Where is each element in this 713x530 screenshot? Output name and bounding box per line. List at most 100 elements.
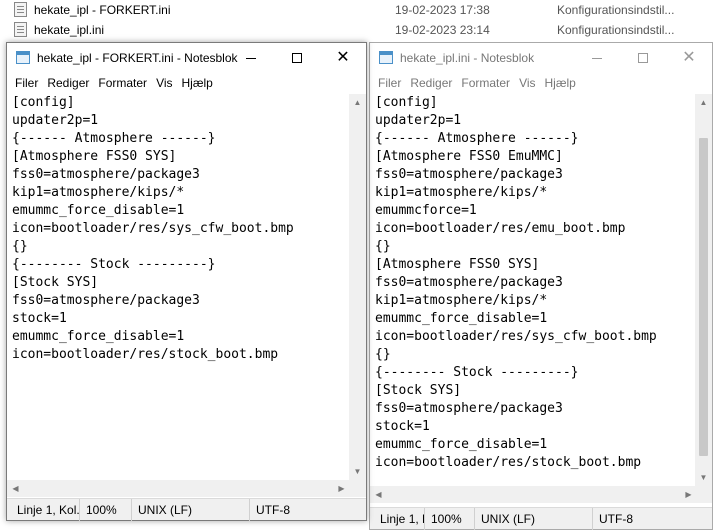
text-line[interactable]: emummcforce=1	[375, 202, 697, 220]
text-line[interactable]: emummc_force_disable=1	[375, 436, 697, 454]
text-line[interactable]: [config]	[12, 94, 350, 112]
text-line[interactable]: [Stock SYS]	[12, 274, 350, 292]
text-line[interactable]: emummc_force_disable=1	[12, 202, 350, 220]
close-button[interactable]: ✕	[666, 43, 712, 73]
text-line[interactable]: updater2p=1	[375, 112, 697, 130]
text-line[interactable]: [config]	[375, 94, 697, 112]
text-line[interactable]: fss0=atmosphere/package3	[375, 274, 697, 292]
text-line[interactable]: kip1=atmosphere/kips/*	[375, 292, 697, 310]
window-title: hekate_ipl.ini - Notesblok	[400, 51, 535, 65]
vertical-scrollbar[interactable]: ▲ ▼	[349, 94, 366, 480]
notepad-window-forkert[interactable]: hekate_ipl - FORKERT.ini - Notesblok ✕ F…	[6, 42, 367, 521]
text-line[interactable]: {------ Atmosphere ------}	[12, 130, 350, 148]
title-bar[interactable]: hekate_ipl.ini - Notesblok ✕	[370, 43, 712, 73]
menu-help[interactable]: Hjælp	[541, 73, 581, 93]
file-row-forkert[interactable]: hekate_ipl - FORKERT.ini 19-02-2023 17:3…	[0, 0, 713, 20]
notepad-window-hekate[interactable]: hekate_ipl.ini - Notesblok ✕ Filer Redig…	[369, 42, 713, 530]
text-line[interactable]: emummc_force_disable=1	[12, 328, 350, 346]
text-line[interactable]: icon=bootloader/res/sys_cfw_boot.bmp	[375, 328, 697, 346]
status-bar: Linje 1, Kol. 1 100% UNIX (LF) UTF-8	[7, 498, 366, 521]
menu-format[interactable]: Formater	[94, 73, 152, 93]
zoom-level: 100%	[79, 499, 131, 521]
text-line[interactable]: [Atmosphere FSS0 SYS]	[12, 148, 350, 166]
text-line[interactable]: kip1=atmosphere/kips/*	[375, 184, 697, 202]
file-type: Konfigurationsindstil...	[557, 23, 675, 37]
text-line[interactable]: fss0=atmosphere/package3	[12, 166, 350, 184]
text-editor[interactable]: [config] updater2p=1 {------ Atmosphere --…	[370, 94, 697, 484]
text-line[interactable]: fss0=atmosphere/package3	[375, 166, 697, 184]
text-line[interactable]: icon=bootloader/res/sys_cfw_boot.bmp	[12, 220, 350, 238]
text-line[interactable]: {-------- Stock ---------}	[12, 256, 350, 274]
scroll-down-icon[interactable]: ▼	[349, 463, 366, 480]
text-line[interactable]: {-------- Stock ---------}	[375, 364, 697, 382]
text-line[interactable]: emummc_force_disable=1	[375, 310, 697, 328]
scrollbar-corner	[695, 486, 712, 503]
zoom-level: 100%	[424, 508, 474, 530]
menu-edit[interactable]: Rediger	[43, 73, 94, 93]
text-line[interactable]: [Atmosphere FSS0 EmuMMC]	[375, 148, 697, 166]
status-bar: Linje 1, Kol. 1 100% UNIX (LF) UTF-8	[370, 507, 712, 530]
scroll-left-icon[interactable]: ◀	[7, 480, 24, 497]
menu-view[interactable]: Vis	[515, 73, 540, 93]
cursor-position: Linje 1, Kol. 1	[17, 503, 79, 517]
menu-help[interactable]: Hjælp	[178, 73, 218, 93]
text-line[interactable]: stock=1	[12, 310, 350, 328]
text-line[interactable]: icon=bootloader/res/stock_boot.bmp	[12, 346, 350, 364]
text-editor[interactable]: [config] updater2p=1 {------ Atmosphere --…	[7, 94, 350, 478]
maximize-button[interactable]	[274, 43, 320, 73]
menu-view[interactable]: Vis	[152, 73, 177, 93]
file-name: hekate_ipl - FORKERT.ini	[34, 3, 171, 17]
window-title: hekate_ipl - FORKERT.ini - Notesblok	[37, 51, 238, 65]
notepad-icon	[16, 51, 30, 64]
line-ending: UNIX (LF)	[474, 508, 592, 530]
text-line[interactable]: fss0=atmosphere/package3	[12, 292, 350, 310]
text-line[interactable]: icon=bootloader/res/emu_boot.bmp	[375, 220, 697, 238]
menu-format[interactable]: Formater	[457, 73, 515, 93]
text-line[interactable]: {------ Atmosphere ------}	[375, 130, 697, 148]
minimize-button[interactable]	[228, 43, 274, 73]
menu-file[interactable]: Filer	[374, 73, 406, 93]
horizontal-scrollbar[interactable]: ◀ ▶	[370, 486, 697, 503]
scrollbar-corner	[349, 480, 366, 497]
menu-file[interactable]: Filer	[11, 73, 43, 93]
menu-bar: Filer Rediger Formater Vis Hjælp	[370, 73, 712, 93]
scroll-right-icon[interactable]: ▶	[333, 480, 350, 497]
vertical-scrollbar[interactable]: ▲ ▼	[695, 94, 712, 486]
text-line[interactable]: {}	[375, 238, 697, 256]
text-line[interactable]: updater2p=1	[12, 112, 350, 130]
scroll-down-icon[interactable]: ▼	[695, 469, 712, 486]
minimize-icon	[246, 57, 256, 59]
text-line[interactable]: [Stock SYS]	[375, 382, 697, 400]
menu-edit[interactable]: Rediger	[406, 73, 457, 93]
file-row-hekate[interactable]: hekate_ipl.ini 19-02-2023 23:14 Konfigur…	[0, 20, 713, 40]
text-line[interactable]: {}	[375, 346, 697, 364]
file-date: 19-02-2023 17:38	[395, 3, 490, 17]
encoding: UTF-8	[249, 499, 366, 521]
file-date: 19-02-2023 23:14	[395, 23, 490, 37]
maximize-icon	[292, 53, 302, 63]
file-name: hekate_ipl.ini	[34, 23, 105, 37]
text-line[interactable]: [Atmosphere FSS0 SYS]	[375, 256, 697, 274]
file-type: Konfigurationsindstil...	[557, 3, 675, 17]
text-line[interactable]: icon=bootloader/res/stock_boot.bmp	[375, 454, 697, 472]
text-line[interactable]: {}	[12, 238, 350, 256]
notepad-icon	[379, 51, 393, 64]
cursor-position: Linje 1, Kol. 1	[380, 512, 424, 526]
text-line[interactable]: fss0=atmosphere/package3	[375, 400, 697, 418]
minimize-icon	[592, 57, 602, 59]
maximize-icon	[638, 53, 648, 63]
text-line[interactable]: stock=1	[375, 418, 697, 436]
maximize-button[interactable]	[620, 43, 666, 73]
line-ending: UNIX (LF)	[131, 499, 249, 521]
close-button[interactable]: ✕	[320, 43, 366, 73]
explorer-file-list: hekate_ipl - FORKERT.ini 19-02-2023 17:3…	[0, 0, 713, 44]
scroll-up-icon[interactable]: ▲	[695, 94, 712, 111]
minimize-button[interactable]	[574, 43, 620, 73]
scroll-thumb[interactable]	[699, 138, 708, 456]
title-bar[interactable]: hekate_ipl - FORKERT.ini - Notesblok ✕	[7, 43, 366, 73]
horizontal-scrollbar[interactable]: ◀ ▶	[7, 480, 350, 497]
ini-file-icon	[14, 22, 27, 37]
text-line[interactable]: kip1=atmosphere/kips/*	[12, 184, 350, 202]
scroll-left-icon[interactable]: ◀	[370, 486, 387, 503]
scroll-up-icon[interactable]: ▲	[349, 94, 366, 111]
